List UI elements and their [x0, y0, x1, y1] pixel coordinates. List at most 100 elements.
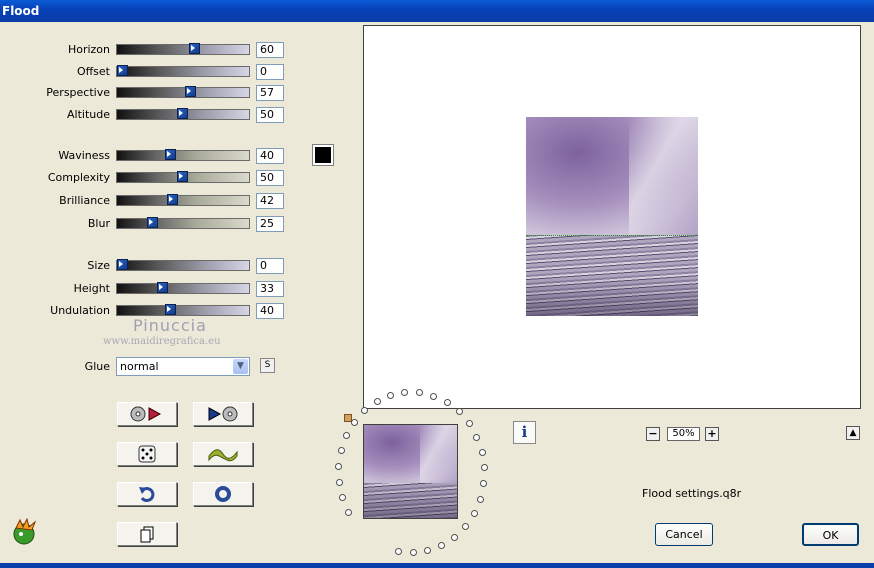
- preview-canvas[interactable]: [363, 25, 861, 409]
- slider-track[interactable]: [116, 108, 250, 120]
- filter-logo-icon: [13, 518, 37, 545]
- navigator-dot[interactable]: [470, 510, 478, 518]
- watermark-url: www.maidiregrafica.eu: [103, 336, 221, 347]
- navigator-dot[interactable]: [335, 462, 343, 470]
- slider-row-size: Size 0: [0, 258, 290, 274]
- zoom-level: 50%: [667, 427, 700, 441]
- navigator-dot[interactable]: [443, 399, 451, 407]
- navigator-dot[interactable]: [409, 548, 417, 556]
- bottom-border: [0, 563, 874, 568]
- minus-icon: −: [648, 427, 658, 440]
- zoom-out-button[interactable]: −: [646, 427, 660, 441]
- slider-value-field[interactable]: 42: [256, 193, 284, 209]
- wave-icon: [208, 449, 238, 462]
- slider-track[interactable]: [116, 259, 250, 271]
- navigator-dot[interactable]: [450, 533, 458, 541]
- slider-value-field[interactable]: 40: [256, 303, 284, 319]
- copy-button[interactable]: [117, 522, 177, 546]
- save-preset-button[interactable]: [193, 402, 253, 426]
- navigator-dot[interactable]: [343, 432, 351, 440]
- slider-row-complexity: Complexity 50: [0, 170, 290, 186]
- slider-label: Altitude: [67, 108, 110, 121]
- slider-label: Blur: [87, 217, 110, 230]
- slider-track[interactable]: [116, 149, 250, 161]
- slider-row-blur: Blur 25: [0, 216, 290, 232]
- navigator-dot[interactable]: [480, 480, 488, 488]
- slider-value-field[interactable]: 25: [256, 216, 284, 232]
- navigator-dot[interactable]: [337, 447, 345, 455]
- slider-row-brilliance: Brilliance 42: [0, 193, 290, 209]
- navigator-dot[interactable]: [438, 541, 446, 549]
- slider-row-horizon: Horizon 60: [0, 42, 290, 58]
- navigator-dot[interactable]: [465, 419, 473, 427]
- navigator-dot[interactable]: [335, 478, 343, 486]
- slider-track[interactable]: [116, 217, 250, 229]
- navigator-dot[interactable]: [395, 547, 403, 555]
- undo-button[interactable]: [117, 482, 177, 506]
- slider-label: Height: [73, 282, 110, 295]
- navigator-dot[interactable]: [455, 408, 463, 416]
- glue-selected-value: normal: [120, 360, 159, 373]
- navigator-dot[interactable]: [473, 433, 481, 441]
- navigator-dot[interactable]: [478, 448, 486, 456]
- slider-track[interactable]: [116, 86, 250, 98]
- navigator-thumbnail[interactable]: [363, 424, 458, 519]
- reset-icon: [215, 486, 231, 502]
- randomize-button[interactable]: [117, 442, 177, 466]
- navigator-dot[interactable]: [344, 509, 352, 516]
- color-swatch[interactable]: [312, 144, 334, 166]
- slider-value-field[interactable]: 50: [256, 170, 284, 186]
- glue-lock-button[interactable]: S: [260, 358, 275, 373]
- zoom-in-button[interactable]: +: [705, 427, 719, 441]
- slider-value-field[interactable]: 40: [256, 148, 284, 164]
- slider-track[interactable]: [116, 194, 250, 206]
- navigator-dot[interactable]: [338, 494, 346, 502]
- slider-row-offset: Offset 0: [0, 64, 290, 80]
- horizon-line[interactable]: [526, 235, 698, 236]
- load-preset-button[interactable]: [117, 402, 177, 426]
- collapse-button[interactable]: ▲: [846, 426, 860, 440]
- slider-value-field[interactable]: 0: [256, 258, 284, 274]
- preset-filename: Flood settings.q8r: [642, 487, 742, 500]
- slider-label: Size: [87, 259, 110, 272]
- load-preset-icon: [130, 406, 162, 422]
- slider-row-height: Height 33: [0, 281, 290, 297]
- slider-label: Undulation: [50, 304, 110, 317]
- undo-icon: [139, 487, 155, 503]
- plus-icon: +: [707, 427, 717, 440]
- glue-select[interactable]: normal ▼: [116, 357, 250, 376]
- slider-track[interactable]: [116, 43, 250, 55]
- slider-track[interactable]: [116, 65, 250, 77]
- navigator-dot[interactable]: [461, 523, 469, 531]
- slider-label: Brilliance: [59, 194, 110, 207]
- slider-track[interactable]: [116, 282, 250, 294]
- randomize-dice-icon: [138, 445, 156, 463]
- slider-track[interactable]: [116, 304, 250, 316]
- chevron-down-icon[interactable]: ▼: [233, 359, 248, 374]
- wave-button[interactable]: [193, 442, 253, 466]
- slider-track[interactable]: [116, 171, 250, 183]
- slider-value-field[interactable]: 0: [256, 64, 284, 80]
- navigator-dot[interactable]: [476, 495, 484, 503]
- slider-row-waviness: Waviness 40: [0, 148, 290, 164]
- navigator-dot[interactable]: [480, 464, 488, 472]
- navigator-dot[interactable]: [351, 418, 359, 426]
- info-icon: i: [521, 423, 528, 441]
- slider-value-field[interactable]: 60: [256, 42, 284, 58]
- ok-button[interactable]: OK: [802, 523, 859, 546]
- watermark-name: Pinuccia: [133, 316, 207, 335]
- slider-label: Waviness: [58, 149, 110, 162]
- info-button[interactable]: i: [513, 421, 536, 444]
- cancel-button[interactable]: Cancel: [655, 523, 713, 546]
- navigator-dot[interactable]: [424, 546, 432, 554]
- glue-label: Glue: [84, 360, 110, 373]
- window-title: Flood: [2, 4, 40, 18]
- slider-value-field[interactable]: 57: [256, 85, 284, 101]
- preview-image: [526, 117, 698, 316]
- play-preset-icon: [208, 406, 238, 422]
- slider-label: Complexity: [47, 171, 110, 184]
- slider-value-field[interactable]: 50: [256, 107, 284, 123]
- slider-value-field[interactable]: 33: [256, 281, 284, 297]
- navigator-dot[interactable]: [361, 407, 369, 415]
- reset-button[interactable]: [193, 482, 253, 506]
